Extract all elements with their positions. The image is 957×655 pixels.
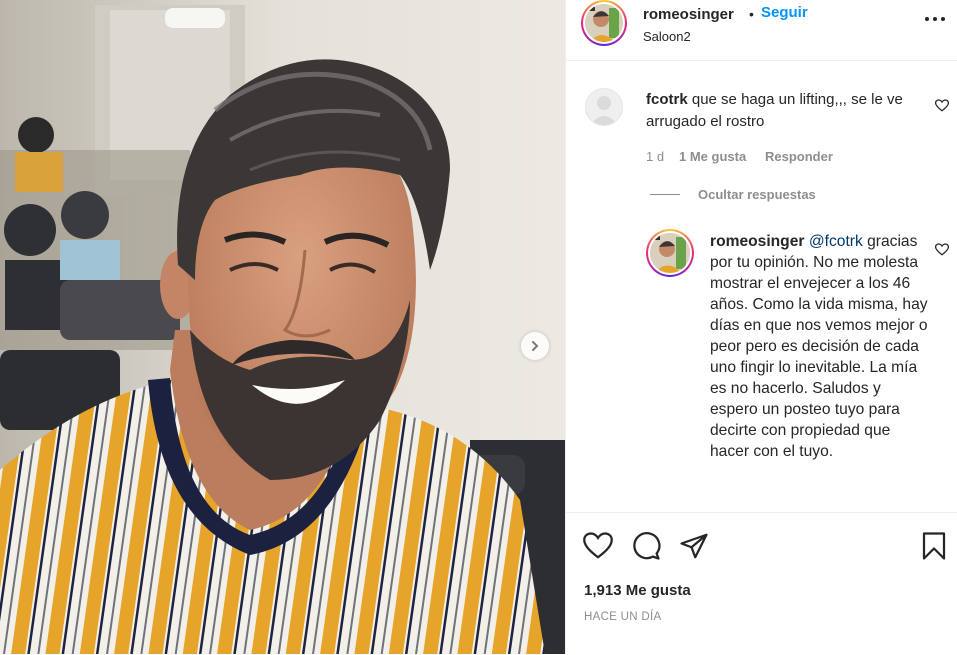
- location-link[interactable]: Saloon2: [643, 29, 691, 44]
- reply-text: gracias por tu opinión. No me molesta mo…: [710, 233, 928, 460]
- share-icon[interactable]: [679, 531, 709, 561]
- follow-button[interactable]: Seguir: [761, 4, 808, 21]
- heart-outline-icon[interactable]: [935, 99, 949, 112]
- hide-replies-label: Ocultar respuestas: [698, 187, 816, 202]
- comment-body: fcotrk que se haga un lifting,,, se le v…: [646, 89, 916, 133]
- bookmark-icon[interactable]: [919, 531, 949, 561]
- comment-meta: 1 d 1 Me gusta Responder: [646, 149, 946, 165]
- commenter-avatar[interactable]: [585, 88, 623, 126]
- heart-outline-icon[interactable]: [583, 531, 613, 561]
- comment-icon[interactable]: [631, 531, 661, 561]
- post-timestamp[interactable]: HACE UN DÍA: [584, 611, 661, 623]
- post-header: romeosinger • Seguir Saloon2: [566, 0, 957, 61]
- reply-mention[interactable]: @fcotrk: [809, 233, 863, 250]
- post-actions: 1,913 Me gusta HACE UN DÍA: [566, 512, 957, 655]
- chevron-right-icon: [532, 341, 539, 351]
- heart-outline-icon[interactable]: [935, 243, 949, 256]
- divider-line: [650, 194, 680, 195]
- hide-replies-button[interactable]: Ocultar respuestas: [650, 187, 816, 202]
- comment-likes[interactable]: 1 Me gusta: [679, 149, 746, 164]
- portrait-image: [0, 0, 565, 654]
- reply-body: romeosinger @fcotrk gracias por tu opini…: [710, 231, 932, 462]
- author-avatar[interactable]: [581, 0, 627, 46]
- default-avatar-icon: [586, 89, 622, 125]
- commenter-username[interactable]: fcotrk: [646, 91, 688, 108]
- separator-dot: •: [749, 6, 754, 22]
- next-image-button[interactable]: [521, 332, 549, 360]
- avatar-image: [650, 233, 690, 273]
- more-horizontal-icon[interactable]: [924, 14, 946, 24]
- comment-time[interactable]: 1 d: [646, 149, 664, 164]
- likes-count[interactable]: 1,913 Me gusta: [584, 582, 691, 599]
- reply-username[interactable]: romeosinger: [710, 233, 804, 250]
- reply-author-avatar[interactable]: [646, 229, 694, 277]
- post-photo: [0, 0, 565, 654]
- avatar-image: [585, 4, 623, 42]
- post-side-panel: romeosinger • Seguir Saloon2 fcotrk que …: [565, 0, 957, 655]
- reply-button[interactable]: Responder: [765, 149, 833, 164]
- author-username[interactable]: romeosinger: [643, 6, 734, 23]
